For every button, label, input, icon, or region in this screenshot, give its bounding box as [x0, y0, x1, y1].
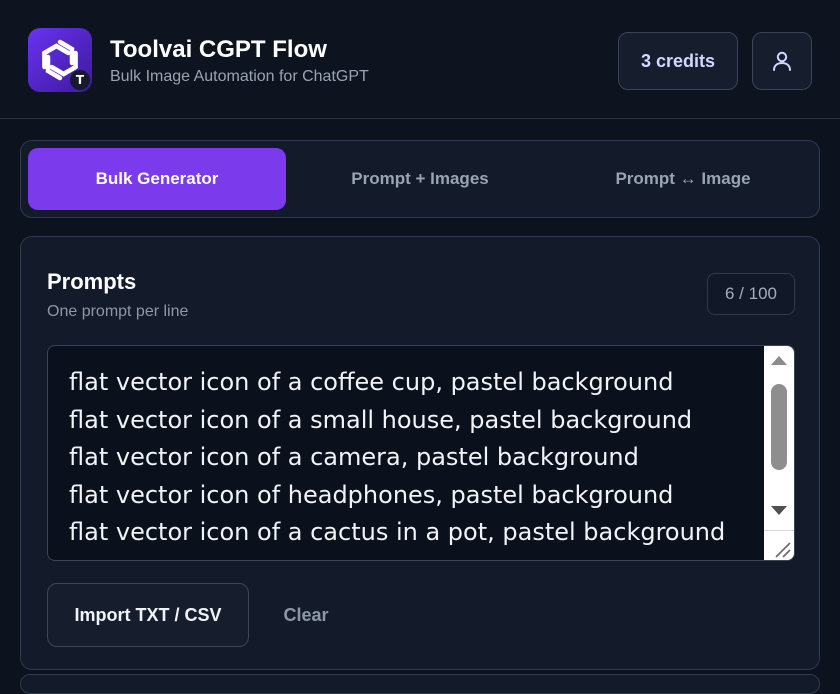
prompt-line: flat vector icon of a camera, pastel bac…	[69, 443, 639, 471]
prompt-counter-badge: 6 / 100	[707, 273, 795, 315]
import-txt-csv-button[interactable]: Import TXT / CSV	[47, 583, 249, 647]
textarea-scrollbar[interactable]	[764, 346, 794, 560]
resize-handle[interactable]	[764, 530, 794, 560]
clear-button[interactable]: Clear	[269, 583, 343, 647]
prompt-line: flat vector icon of a coffee cup, pastel…	[69, 368, 674, 396]
scroll-down-arrow-icon[interactable]	[771, 506, 787, 515]
prompt-line: flat vector icon of a small house, paste…	[69, 405, 693, 434]
scroll-thumb[interactable]	[771, 384, 787, 470]
mode-tabs: Bulk Generator Prompt + Images Prompt ↔ …	[20, 140, 820, 218]
prompts-subtitle: One prompt per line	[47, 303, 189, 320]
next-panel	[20, 674, 820, 694]
app-title: Toolvai CGPT Flow	[110, 36, 327, 63]
prompt-line: flat vector icon of a cactus in a pot, p…	[69, 518, 726, 546]
prompts-title: Prompts	[47, 269, 137, 294]
prompts-panel: Prompts One prompt per line 6 / 100 flat…	[20, 236, 820, 670]
tab-prompt-images[interactable]: Prompt + Images	[291, 148, 549, 210]
credits-button[interactable]: 3 credits	[618, 32, 738, 90]
prompts-text: flat vector icon of a coffee cup, pastel…	[69, 364, 769, 552]
tab-prompt-image[interactable]: Prompt ↔ Image	[554, 148, 812, 210]
tab-bulk-generator[interactable]: Bulk Generator	[28, 148, 286, 210]
prompt-line: flat vector icon of headphones, pastel b…	[69, 480, 674, 509]
app-subtitle: Bulk Image Automation for ChatGPT	[110, 68, 369, 85]
prompts-textarea[interactable]: flat vector icon of a coffee cup, pastel…	[47, 345, 795, 561]
profile-button[interactable]	[752, 32, 812, 90]
app-logo: T	[28, 28, 92, 92]
user-icon	[773, 51, 791, 71]
logo-badge: T	[70, 70, 90, 90]
resize-grip-icon	[775, 542, 791, 558]
app-header: T Toolvai CGPT Flow Bulk Image Automatio…	[0, 0, 840, 119]
scroll-up-arrow-icon[interactable]	[771, 356, 787, 365]
